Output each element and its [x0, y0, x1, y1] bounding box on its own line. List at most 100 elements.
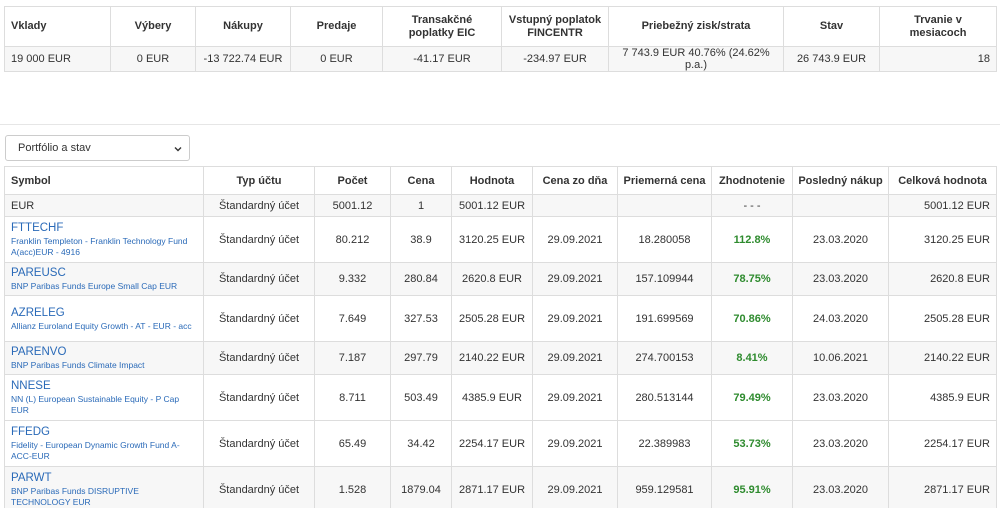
account-type-cell: Štandardný účet — [203, 374, 315, 421]
symbol-cell: FTTECHF Franklin Templeton - Franklin Tec… — [4, 216, 204, 263]
price-date-cell: 29.09.2021 — [532, 374, 618, 421]
account-type-cell: Štandardný účet — [203, 295, 315, 342]
total-value-cell: 3120.25 EUR — [888, 216, 997, 263]
summary-withdrawals: 0 EUR — [110, 46, 196, 72]
table-row: FTTECHF Franklin Templeton - Franklin Tec… — [4, 216, 997, 263]
quantity-cell: 8.711 — [314, 374, 391, 421]
summary-balance: 26 743.9 EUR — [783, 46, 880, 72]
total-value-cell: 5001.12 EUR — [888, 194, 997, 217]
account-type-cell: Štandardný účet — [203, 466, 315, 508]
portfolio-header-average-price[interactable]: Priemerná cena — [617, 166, 712, 195]
symbol-code-link[interactable]: NNESE — [11, 379, 197, 393]
quantity-cell: 7.649 — [314, 295, 391, 342]
last-purchase-cell — [792, 194, 889, 217]
fund-name-link[interactable]: BNP Paribas Funds Europe Small Cap EUR — [11, 281, 197, 292]
portfolio-header-row: Symbol Typ účtu Počet Cena Hodnota Cena … — [4, 166, 997, 195]
value-cell: 2505.28 EUR — [451, 295, 533, 342]
table-row: EUR Štandardný účet 5001.12 1 5001.12 EU… — [4, 194, 997, 217]
summary-sales: 0 EUR — [290, 46, 383, 72]
price-cell: 38.9 — [390, 216, 452, 263]
price-date-cell: 29.09.2021 — [532, 262, 618, 296]
portfolio-header-total-value[interactable]: Celková hodnota — [888, 166, 997, 195]
summary-purchases: -13 722.74 EUR — [195, 46, 291, 72]
fund-name-link[interactable]: BNP Paribas Funds DISRUPTIVE TECHNOLOGY … — [11, 486, 197, 508]
value-cell: 2620.8 EUR — [451, 262, 533, 296]
total-value-cell: 2505.28 EUR — [888, 295, 997, 342]
total-value-cell: 2620.8 EUR — [888, 262, 997, 296]
fund-name-link[interactable]: Franklin Templeton - Franklin Technology… — [11, 236, 197, 258]
symbol-cell: AZRELEG Allianz Euroland Equity Growth - … — [4, 295, 204, 342]
price-date-cell — [532, 194, 618, 217]
chevron-down-icon — [174, 147, 182, 152]
symbol-cell: FFEDG Fidelity - European Dynamic Growth … — [4, 420, 204, 467]
price-cell: 280.84 — [390, 262, 452, 296]
last-purchase-cell: 23.03.2020 — [792, 420, 889, 467]
summary-profit-loss: 7 743.9 EUR 40.76% (24.62% p.a.) — [608, 46, 784, 72]
summary-header-deposits: Vklady — [4, 6, 111, 47]
portfolio-table: Symbol Typ účtu Počet Cena Hodnota Cena … — [4, 166, 997, 508]
symbol-code-link[interactable]: PARWT — [11, 471, 197, 485]
portfolio-header-account-type[interactable]: Typ účtu — [203, 166, 315, 195]
total-value-cell: 2871.17 EUR — [888, 466, 997, 508]
price-cell: 1 — [390, 194, 452, 217]
portfolio-header-symbol[interactable]: Symbol — [4, 166, 204, 195]
summary-header-withdrawals: Výbery — [110, 6, 196, 47]
summary-header-row: Vklady Výbery Nákupy Predaje Transakčné … — [4, 6, 997, 47]
portfolio-header-last-purchase[interactable]: Posledný nákup — [792, 166, 889, 195]
quantity-cell: 1.528 — [314, 466, 391, 508]
summary-header-duration: Trvanie v mesiacoch — [879, 6, 997, 47]
summary-entry-fee: -234.97 EUR — [501, 46, 609, 72]
price-cell: 503.49 — [390, 374, 452, 421]
quantity-cell: 65.49 — [314, 420, 391, 467]
portfolio-header-price[interactable]: Cena — [390, 166, 452, 195]
symbol-code-link[interactable]: PARENVO — [11, 345, 197, 359]
table-row: FFEDG Fidelity - European Dynamic Growth … — [4, 420, 997, 467]
average-price-cell: 274.700153 — [617, 341, 712, 375]
gain-cell: 112.8% — [711, 216, 793, 263]
price-date-cell: 29.09.2021 — [532, 466, 618, 508]
last-purchase-cell: 23.03.2020 — [792, 216, 889, 263]
portfolio-header-gain[interactable]: Zhodnotenie — [711, 166, 793, 195]
summary-header-profit-loss: Priebežný zisk/strata — [608, 6, 784, 47]
symbol-code-link[interactable]: AZRELEG — [11, 306, 197, 320]
average-price-cell: 18.280058 — [617, 216, 712, 263]
value-cell: 3120.25 EUR — [451, 216, 533, 263]
price-date-cell: 29.09.2021 — [532, 216, 618, 263]
portfolio-header-value[interactable]: Hodnota — [451, 166, 533, 195]
last-purchase-cell: 10.06.2021 — [792, 341, 889, 375]
symbol-code-link[interactable]: FTTECHF — [11, 221, 197, 235]
price-date-cell: 29.09.2021 — [532, 420, 618, 467]
symbol-code-link[interactable]: PAREUSC — [11, 266, 197, 280]
fund-name-link[interactable]: Allianz Euroland Equity Growth - AT - EU… — [11, 321, 197, 332]
portfolio-header-quantity[interactable]: Počet — [314, 166, 391, 195]
gain-cell: 8.41% — [711, 341, 793, 375]
fund-name-link[interactable]: BNP Paribas Funds Climate Impact — [11, 360, 197, 371]
table-row: AZRELEG Allianz Euroland Equity Growth - … — [4, 295, 997, 342]
gain-cell: 95.91% — [711, 466, 793, 508]
fund-name-link[interactable]: NN (L) European Sustainable Equity - P C… — [11, 394, 197, 416]
summary-header-entry-fee: Vstupný poplatok FINCENTR — [501, 6, 609, 47]
fund-name-link[interactable]: Fidelity - European Dynamic Growth Fund … — [11, 440, 197, 462]
summary-header-transaction-fees: Transakčné poplatky EIC — [382, 6, 502, 47]
last-purchase-cell: 23.03.2020 — [792, 262, 889, 296]
average-price-cell: 157.109944 — [617, 262, 712, 296]
view-select[interactable]: Portfólio a stav — [5, 135, 190, 161]
quantity-cell: 80.212 — [314, 216, 391, 263]
symbol-cell: NNESE NN (L) European Sustainable Equity … — [4, 374, 204, 421]
total-value-cell: 4385.9 EUR — [888, 374, 997, 421]
price-date-cell: 29.09.2021 — [532, 295, 618, 342]
table-row: PAREUSC BNP Paribas Funds Europe Small Ca… — [4, 262, 997, 296]
value-cell: 4385.9 EUR — [451, 374, 533, 421]
gain-cell: 78.75% — [711, 262, 793, 296]
summary-header-purchases: Nákupy — [195, 6, 291, 47]
price-cell: 327.53 — [390, 295, 452, 342]
gain-cell: - - - — [711, 194, 793, 217]
gain-cell: 70.86% — [711, 295, 793, 342]
portfolio-header-price-date[interactable]: Cena zo dňa — [532, 166, 618, 195]
value-cell: 2254.17 EUR — [451, 420, 533, 467]
section-divider — [0, 124, 1000, 125]
average-price-cell — [617, 194, 712, 217]
symbol-code-link[interactable]: FFEDG — [11, 425, 197, 439]
summary-header-balance: Stav — [783, 6, 880, 47]
account-type-cell: Štandardný účet — [203, 216, 315, 263]
